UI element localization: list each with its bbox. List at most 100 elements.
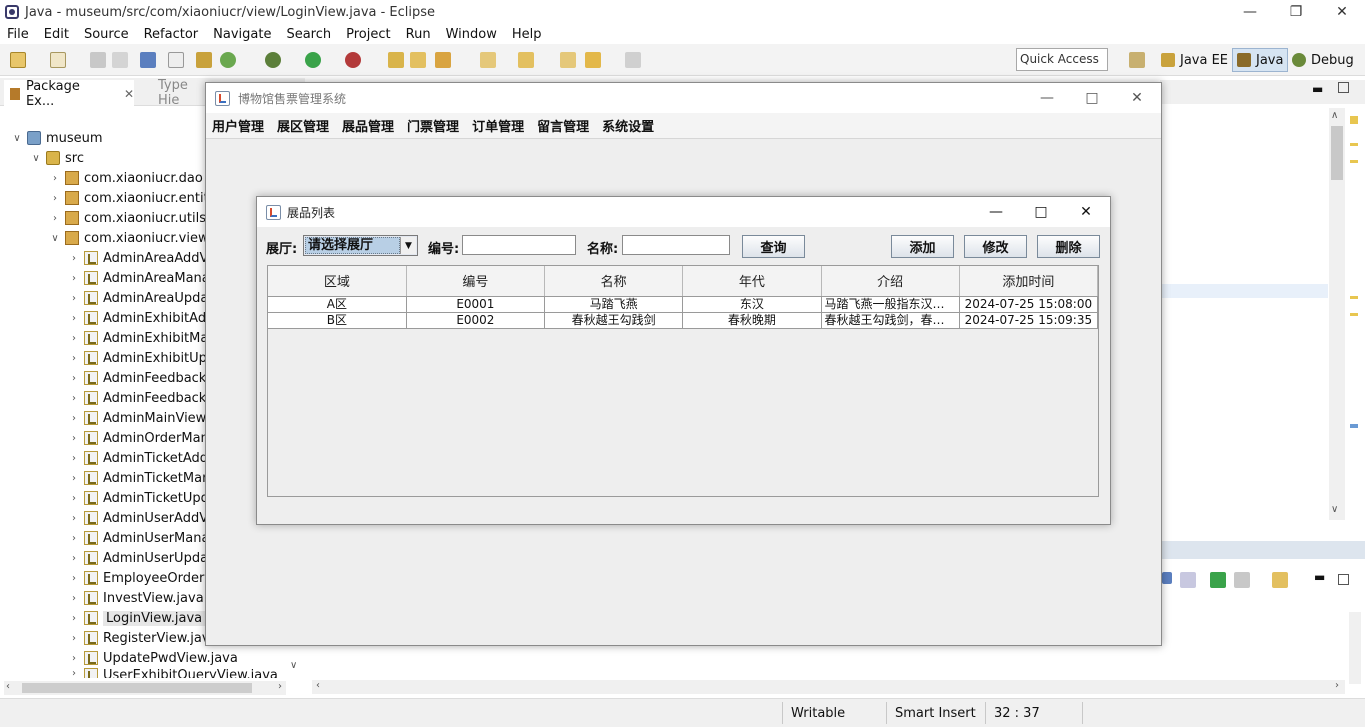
tree-file[interactable]: › AdminUserUpdat (67, 548, 213, 568)
cell-code[interactable]: E0002 (406, 312, 546, 329)
chevron-right-icon[interactable]: › (67, 653, 81, 664)
chevron-right-icon[interactable]: › (67, 413, 81, 424)
build-icon[interactable] (196, 52, 212, 68)
minimize-icon[interactable]: — (1025, 88, 1069, 108)
chevron-right-icon[interactable]: › (67, 533, 81, 544)
open-type-icon[interactable] (388, 52, 404, 68)
chevron-right-icon[interactable]: › (67, 393, 81, 404)
scroll-left-icon[interactable]: ‹ (6, 681, 10, 692)
marker[interactable] (1350, 313, 1358, 316)
code-input[interactable] (462, 235, 576, 255)
editor-horizontal-scrollbar[interactable]: ‹ › (312, 680, 1345, 694)
external-tools-icon[interactable] (345, 52, 361, 68)
tab-type-hierarchy[interactable]: Type Hie (140, 78, 206, 108)
chevron-right-icon[interactable]: › (67, 668, 81, 678)
name-input[interactable] (622, 235, 730, 255)
tree-file[interactable]: › AdminOrderMana (67, 428, 217, 448)
menu-feedback-management[interactable]: 留言管理 (537, 116, 589, 135)
horizontal-scrollbar[interactable]: ‹ › (4, 681, 286, 695)
add-button[interactable]: 添加 (891, 235, 954, 258)
chevron-right-icon[interactable]: › (48, 213, 62, 224)
search-icon[interactable] (435, 52, 451, 68)
menu-project[interactable]: Project (346, 27, 390, 42)
perspective-java-ee[interactable]: Java EE (1157, 48, 1232, 72)
console-vertical-scrollbar[interactable] (1349, 612, 1361, 684)
query-button[interactable]: 查询 (742, 235, 805, 258)
skip-breakpoints-icon[interactable] (168, 52, 184, 68)
chevron-right-icon[interactable]: › (67, 353, 81, 364)
menu-run[interactable]: Run (406, 27, 431, 42)
refresh-icon[interactable] (220, 52, 236, 68)
tree-file[interactable]: › InvestView.java (67, 588, 204, 608)
chevron-right-icon[interactable]: › (67, 373, 81, 384)
column-header-era[interactable]: 年代 (682, 266, 822, 297)
chevron-right-icon[interactable]: › (67, 493, 81, 504)
chevron-down-icon[interactable]: ∨ (10, 133, 24, 144)
new-icon[interactable] (10, 52, 26, 68)
restore-icon[interactable]: ❐ (1273, 0, 1319, 24)
chevron-right-icon[interactable]: › (67, 313, 81, 324)
scroll-thumb[interactable] (22, 683, 252, 693)
chevron-right-icon[interactable]: › (67, 253, 81, 264)
chevron-right-icon[interactable]: › (67, 433, 81, 444)
edit-button[interactable]: 修改 (964, 235, 1027, 258)
chevron-right-icon[interactable]: › (48, 193, 62, 204)
cell-added-time[interactable]: 2024-07-25 15:09:35 (959, 312, 1099, 329)
tree-file[interactable]: › AdminExhibitMan (67, 328, 217, 348)
menu-exhibit-management[interactable]: 展品管理 (342, 116, 394, 135)
cell-name[interactable]: 马踏飞燕 (544, 296, 684, 313)
tree-file[interactable]: › EmployeeOrderM (67, 568, 216, 588)
tree-file[interactable]: › AdminTicketAddV (67, 448, 217, 468)
marker[interactable] (1350, 160, 1358, 163)
table-row[interactable]: B区 E0002 春秋越王勾践剑 春秋晚期 春秋越王勾践剑，春秋晚期越国 202… (268, 312, 1099, 329)
maximize-view-icon[interactable] (1338, 574, 1349, 585)
debug-icon[interactable] (265, 52, 281, 68)
tree-file-selected[interactable]: › LoginView.java (67, 608, 206, 628)
scroll-up-icon[interactable]: ∧ (1331, 110, 1338, 121)
tree-file[interactable]: › AdminFeedbackR (67, 388, 215, 408)
chevron-right-icon[interactable]: › (67, 553, 81, 564)
tree-file[interactable]: › AdminUserAddVi (67, 508, 211, 528)
maximize-icon[interactable]: □ (1019, 202, 1063, 222)
menu-refactor[interactable]: Refactor (144, 27, 199, 42)
tree-file[interactable]: › AdminExhibitUpd (67, 348, 215, 368)
tree-file[interactable]: › AdminAreaAddVi (67, 248, 212, 268)
chevron-right-icon[interactable]: › (67, 593, 81, 604)
menu-window[interactable]: Window (446, 27, 497, 42)
tree-package[interactable]: ∨ com.xiaoniucr.view (48, 228, 208, 248)
cell-era[interactable]: 东汉 (682, 296, 822, 313)
maximize-icon[interactable]: □ (1070, 88, 1114, 108)
cell-intro[interactable]: 马踏飞燕一般指东汉铜奔马 (821, 296, 960, 313)
open-resource-icon[interactable] (410, 52, 426, 68)
chevron-right-icon[interactable]: › (67, 613, 81, 624)
perspective-debug[interactable]: Debug (1288, 48, 1358, 72)
open-console-icon[interactable] (1272, 572, 1288, 588)
warning-marker-icon[interactable] (1350, 116, 1358, 124)
marker[interactable] (1350, 143, 1358, 146)
menu-area-management[interactable]: 展区管理 (277, 116, 329, 135)
menu-order-management[interactable]: 订单管理 (472, 116, 524, 135)
scroll-down-icon[interactable]: ∨ (1331, 504, 1338, 515)
menu-navigate[interactable]: Navigate (213, 27, 271, 42)
chevron-down-icon[interactable]: ▼ (400, 237, 416, 254)
chevron-right-icon[interactable]: › (48, 173, 62, 184)
menu-edit[interactable]: Edit (44, 27, 69, 42)
quick-access-field[interactable]: Quick Access (1016, 48, 1108, 71)
cell-area[interactable]: B区 (268, 312, 407, 329)
cell-intro[interactable]: 春秋越王勾践剑，春秋晚期越国 (821, 312, 960, 329)
perspective-java[interactable]: Java (1232, 48, 1289, 72)
menu-help[interactable]: Help (512, 27, 542, 42)
menu-ticket-management[interactable]: 门票管理 (407, 116, 459, 135)
close-icon[interactable]: ✕ (1319, 0, 1365, 24)
chevron-right-icon[interactable]: › (67, 273, 81, 284)
cell-name[interactable]: 春秋越王勾践剑 (544, 312, 684, 329)
tree-file[interactable]: › AdminFeedbackM (67, 368, 218, 388)
annotation-icon[interactable] (480, 52, 496, 68)
tree-package[interactable]: › com.xiaoniucr.utils (48, 208, 206, 228)
tree-file[interactable]: › AdminUserManag (67, 528, 218, 548)
maximize-view-icon[interactable] (1338, 82, 1349, 93)
next-edit-icon[interactable] (518, 52, 534, 68)
tree-file[interactable]: › AdminTicketUpda (67, 488, 217, 508)
pin-console-icon[interactable] (1210, 572, 1226, 588)
menu-file[interactable]: File (7, 27, 29, 42)
